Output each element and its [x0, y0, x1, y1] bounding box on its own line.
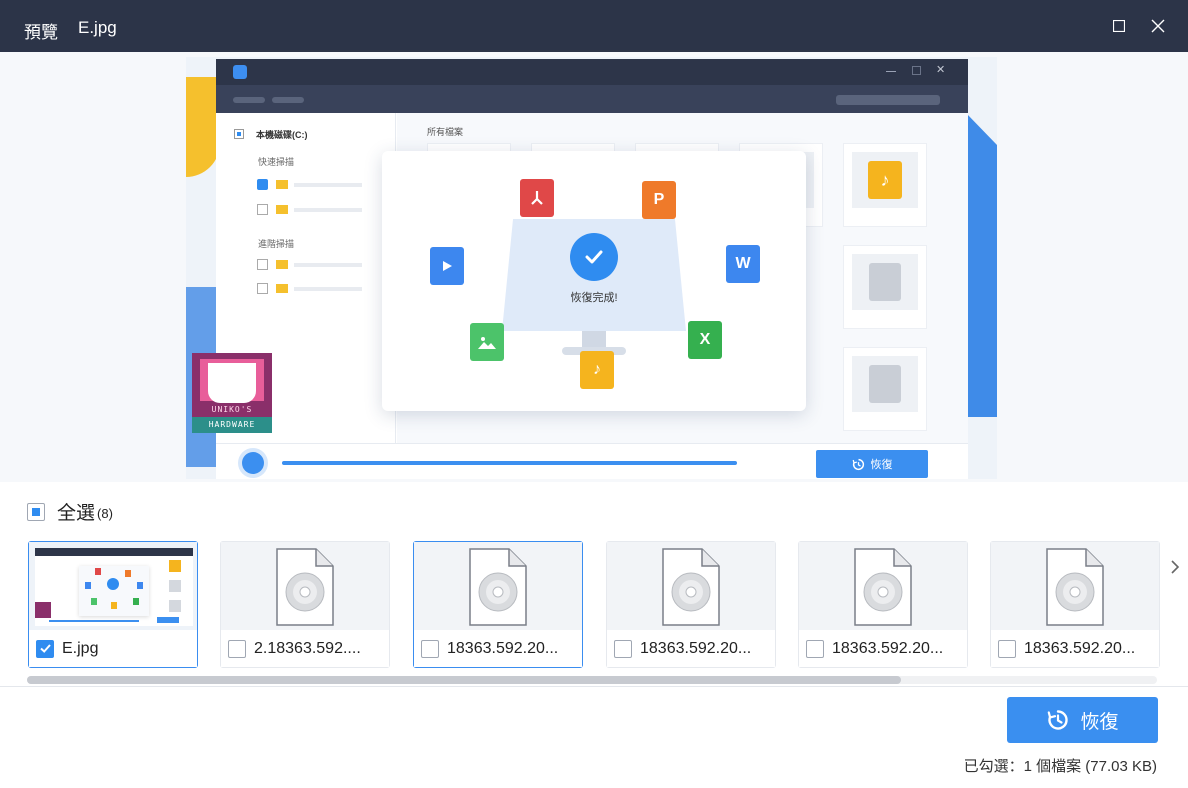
thumbnail-checkbox[interactable]: [806, 639, 824, 658]
thumbnail-name: 18363.592.20...: [447, 639, 559, 657]
thumbnail-checkbox[interactable]: [998, 639, 1016, 658]
recovery-complete-dialog: 恢復完成! P W X ♪: [382, 151, 806, 411]
deep-scan-label: 進階掃描: [258, 239, 295, 249]
progress-dot: [242, 452, 264, 474]
mock-restore-label: 恢復: [870, 459, 893, 471]
thumbnail-card[interactable]: 18363.592.20...: [413, 541, 583, 668]
checkbox: [257, 283, 268, 294]
thumbnail-name: 18363.592.20...: [1024, 639, 1136, 657]
select-all-label: 全選: [57, 503, 96, 524]
thumbnail-card[interactable]: 2.18363.592....: [220, 541, 390, 668]
history-icon: [1048, 710, 1069, 730]
checkbox: [257, 204, 268, 215]
folder-icon: [276, 205, 288, 214]
thumbnail-card[interactable]: 18363.592.20...: [606, 541, 776, 668]
decor-shape: [186, 77, 220, 177]
thumbnail-name: 2.18363.592....: [254, 639, 361, 657]
thumbnail-checkbox[interactable]: [36, 639, 54, 658]
thumbnail-name: 18363.592.20...: [640, 639, 752, 657]
preview-image: ✕ 本機磁碟(C:) 快速掃描 進階掃描 所有檔案 ♪ 恢復 恢復完成! P W…: [186, 57, 997, 479]
restore-button-label: 恢復: [1080, 711, 1119, 733]
powerpoint-icon: P: [642, 181, 676, 219]
decor-shape: [966, 113, 997, 417]
scroll-right-button[interactable]: [1168, 558, 1182, 576]
divider: [0, 686, 1188, 687]
disc-file-icon: [276, 548, 334, 626]
restore-button[interactable]: 恢復: [1007, 697, 1158, 743]
word-icon: W: [726, 245, 760, 283]
file-count: (8): [97, 506, 113, 521]
image-icon: [470, 323, 504, 361]
disc-file-icon: [469, 548, 527, 626]
thumbnail-card[interactable]: 18363.592.20...: [990, 541, 1160, 668]
toolbar-search: [836, 95, 940, 105]
disc-file-icon: [854, 548, 912, 626]
chevron-right-icon: [1171, 560, 1180, 574]
file-thumb: [843, 245, 927, 329]
mock-toolbar: [216, 85, 968, 113]
file-icon: [869, 263, 901, 301]
thumbnail-card[interactable]: 18363.592.20...: [798, 541, 968, 668]
selection-status: 已勾選：1 個檔案 (77.03 KB): [963, 758, 1157, 775]
thumbnail-checkbox[interactable]: [228, 639, 246, 658]
thumbnail-strip: E.jpg 2.18363.592.... 18363.592.20... 18…: [0, 538, 1188, 672]
toolbar-pill: [272, 97, 304, 103]
all-files-label: 所有檔案: [427, 127, 464, 137]
close-icon: ✕: [936, 64, 946, 76]
history-icon: [852, 458, 864, 470]
music-icon: ♪: [868, 161, 902, 199]
folder-icon: [276, 180, 288, 189]
image-thumbnail: [29, 542, 197, 630]
app-logo-icon: [233, 65, 247, 79]
select-all-checkbox[interactable]: [27, 502, 45, 521]
file-thumb: [843, 347, 927, 431]
horizontal-scrollbar-thumb[interactable]: [27, 676, 901, 684]
disc-file-icon: [1046, 548, 1104, 626]
mock-bottom-bar: 恢復: [216, 443, 968, 479]
close-button[interactable]: [1146, 14, 1170, 38]
recovery-complete-text: 恢復完成!: [570, 292, 618, 304]
uniko-hardware-logo: UNIKO'S HARDWARE: [192, 353, 272, 433]
toolbar-pill: [233, 97, 265, 103]
mock-restore-button: 恢復: [816, 450, 928, 478]
file-thumb: ♪: [843, 143, 927, 227]
disc-file-icon: [662, 548, 720, 626]
file-icon: [869, 365, 901, 403]
pdf-icon: [520, 179, 554, 217]
thumbnail-card[interactable]: E.jpg: [28, 541, 198, 668]
check-icon: [570, 233, 618, 281]
thumbnail-name: 18363.592.20...: [832, 639, 944, 657]
checkbox-checked: [257, 179, 268, 190]
thumbnail-name: E.jpg: [62, 639, 99, 657]
checkbox: [257, 259, 268, 270]
select-all[interactable]: 全選 (8): [27, 498, 113, 525]
maximize-icon: [912, 66, 921, 75]
video-icon: [430, 247, 464, 285]
minimize-icon: [886, 71, 896, 72]
window-title: 預覽: [24, 23, 58, 42]
checkbox: [234, 129, 244, 139]
music-icon: ♪: [580, 351, 614, 389]
folder-icon: [276, 260, 288, 269]
progress-bar: [282, 461, 737, 465]
mock-title-bar: ✕: [216, 59, 968, 85]
thumbnail-checkbox[interactable]: [614, 639, 632, 658]
excel-icon: X: [688, 321, 722, 359]
file-name: E.jpg: [78, 18, 117, 37]
folder-icon: [276, 284, 288, 293]
drive-label: 本機磁碟(C:): [256, 130, 308, 140]
quick-scan-label: 快速掃描: [258, 157, 295, 167]
thumbnail-checkbox[interactable]: [421, 639, 439, 658]
maximize-button[interactable]: [1107, 14, 1131, 38]
close-icon: [1151, 19, 1165, 33]
title-bar: 預覽 E.jpg: [0, 0, 1188, 52]
maximize-icon: [1113, 20, 1125, 32]
